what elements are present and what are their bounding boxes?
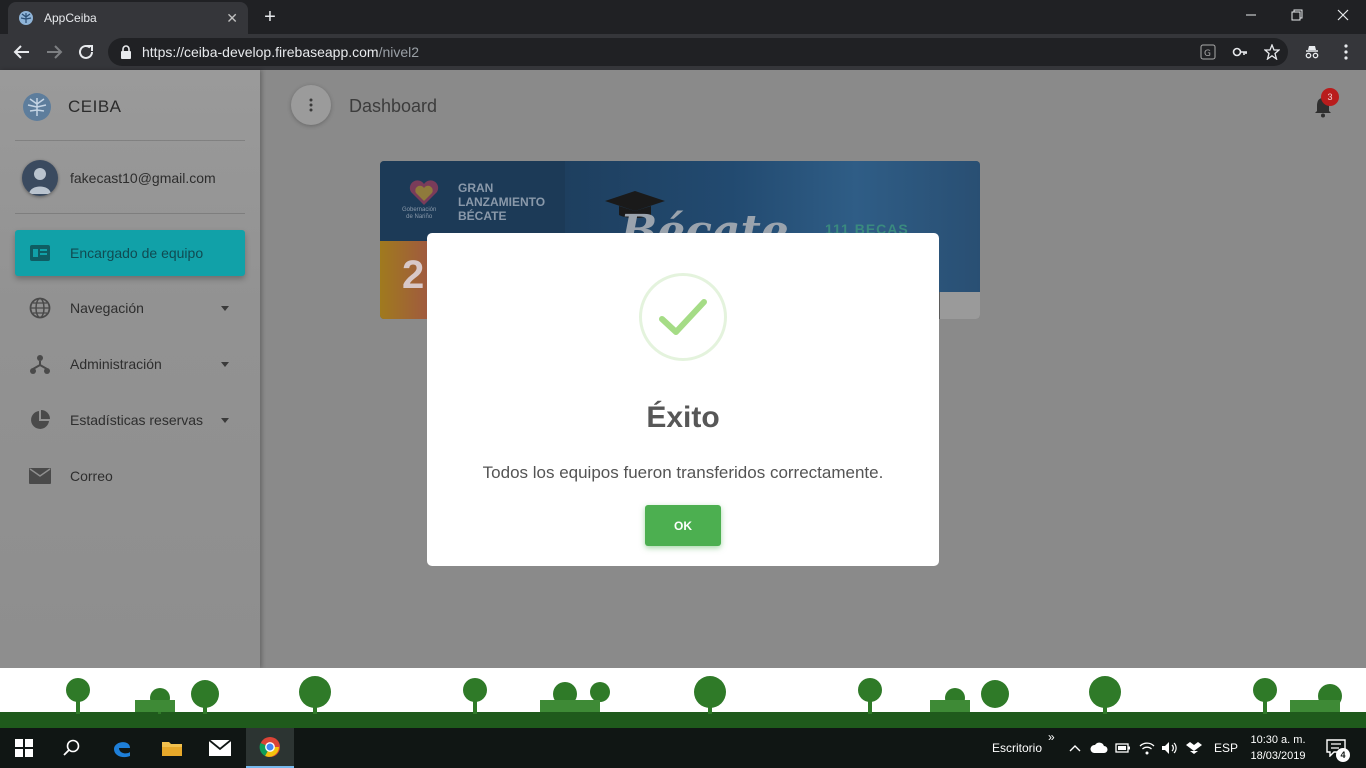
browser-tab[interactable]: AppCeiba ✕ — [8, 2, 248, 34]
url-path: /nivel2 — [378, 44, 420, 60]
language-indicator[interactable]: ESP — [1214, 741, 1238, 755]
toolbar-chevron[interactable]: » — [1048, 730, 1055, 744]
action-center-badge: 4 — [1336, 748, 1350, 762]
minimize-icon[interactable] — [1228, 0, 1274, 30]
forest-silhouette — [0, 676, 1366, 728]
new-tab-button[interactable]: + — [258, 5, 282, 29]
clock-date: 18/03/2019 — [1250, 750, 1306, 762]
bookmark-star-icon[interactable] — [1262, 42, 1282, 62]
address-bar[interactable]: https://ceiba-develop.firebaseapp.com/ni… — [108, 38, 1288, 66]
volume-icon[interactable] — [1160, 728, 1180, 768]
tray-chevron-up-icon[interactable] — [1068, 728, 1082, 768]
file-explorer-icon[interactable] — [148, 728, 196, 768]
ok-button[interactable]: OK — [645, 505, 721, 546]
mail-app-icon[interactable] — [196, 728, 244, 768]
desktop-wallpaper — [0, 668, 1366, 728]
success-dialog: Éxito Todos los equipos fueron transferi… — [427, 233, 939, 566]
back-arrow-icon[interactable] — [10, 40, 34, 64]
window-close-icon[interactable] — [1320, 0, 1366, 30]
url-host: https://ceiba-develop.firebaseapp.com — [142, 44, 379, 60]
battery-icon[interactable] — [1113, 728, 1133, 768]
menu-dots-icon[interactable] — [1336, 42, 1356, 62]
tree-favicon-icon — [19, 11, 33, 25]
modal-overlay: Éxito Todos los equipos fueron transferi… — [0, 70, 1366, 668]
browser-tab-strip: AppCeiba ✕ + — [0, 0, 1366, 34]
forward-arrow-icon[interactable] — [42, 40, 66, 64]
success-ring — [639, 273, 727, 361]
browser-toolbar: https://ceiba-develop.firebaseapp.com/ni… — [0, 34, 1366, 70]
translate-icon[interactable]: G — [1198, 42, 1218, 62]
restore-icon[interactable] — [1274, 0, 1320, 30]
check-icon — [659, 299, 707, 335]
reload-icon[interactable] — [74, 40, 98, 64]
onedrive-cloud-icon[interactable] — [1089, 728, 1109, 768]
chrome-app-icon[interactable] — [246, 728, 294, 768]
desktop-toolbar-label[interactable]: Escritorio — [992, 741, 1042, 755]
clock-time: 10:30 a. m. — [1250, 734, 1306, 746]
dialog-title: Éxito — [646, 401, 720, 434]
windows-taskbar: Escritorio » ESP 10:30 a. m. 18/03/2019 … — [0, 728, 1366, 768]
system-clock[interactable]: 10:30 a. m. 18/03/2019 — [1242, 732, 1314, 764]
lock-icon — [121, 45, 131, 59]
key-icon[interactable] — [1230, 42, 1250, 62]
wifi-icon[interactable] — [1137, 728, 1157, 768]
action-center-icon[interactable]: 4 — [1316, 728, 1356, 768]
dropbox-icon[interactable] — [1184, 728, 1204, 768]
tab-title: AppCeiba — [44, 11, 97, 25]
dialog-message: Todos los equipos fueron transferidos co… — [482, 463, 884, 482]
tab-close-icon[interactable]: ✕ — [226, 10, 238, 27]
svg-text:G: G — [1204, 49, 1211, 59]
edge-browser-icon[interactable] — [98, 728, 146, 768]
windows-start-icon[interactable] — [0, 728, 48, 768]
search-icon[interactable] — [48, 728, 96, 768]
incognito-icon[interactable] — [1302, 42, 1322, 62]
